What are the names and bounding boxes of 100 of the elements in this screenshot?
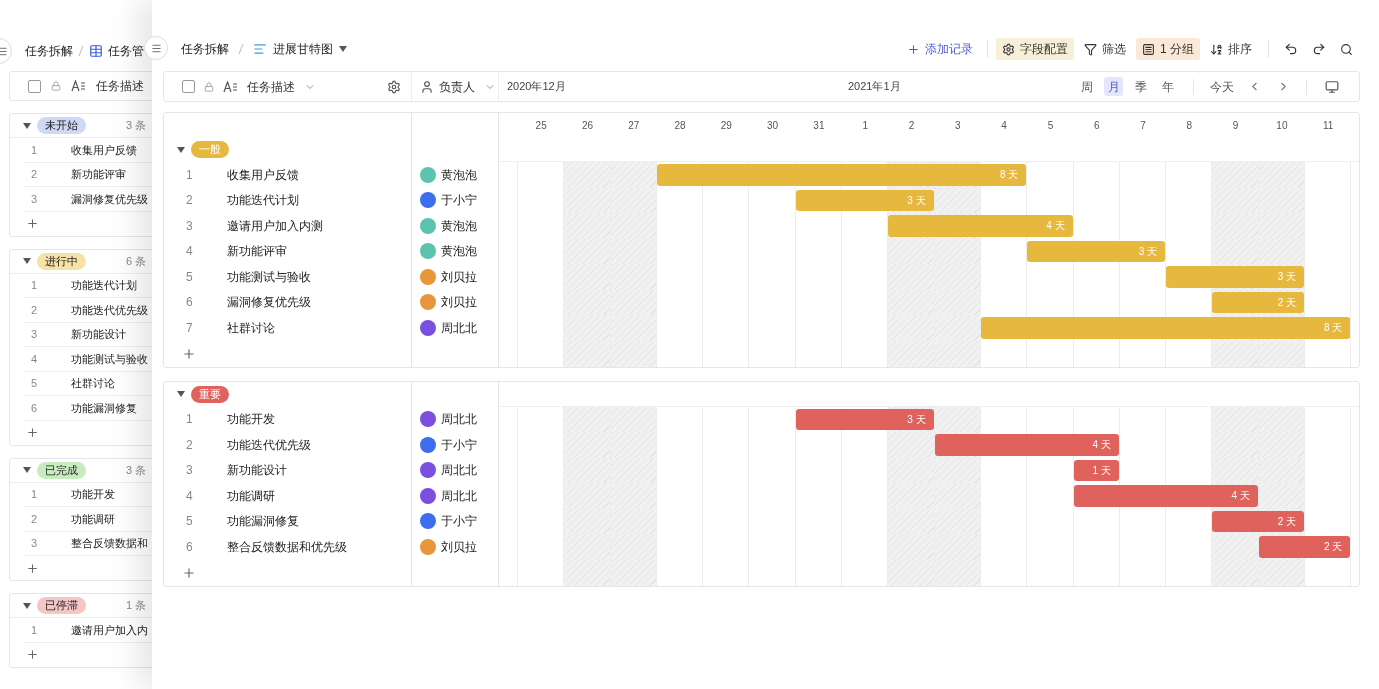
caret-icon[interactable] [23,467,31,473]
row-number: 2 [185,436,194,454]
toolbar-button[interactable]: 添加记录 [901,38,979,60]
assignee-name: 刘贝拉 [441,294,477,312]
day-label: 28 [673,118,687,133]
duration-label: 3 天 [907,412,926,427]
duration-label: 4 天 [1231,489,1250,504]
toolbar-button[interactable]: 1 分组 [1136,38,1200,60]
column-header[interactable]: 任务描述 [247,77,295,96]
row-number: 6 [185,294,194,312]
row-number: 1 [30,142,39,158]
task-title: 新功能设计 [227,462,287,480]
column-header[interactable]: 任务描述 [96,77,144,95]
status-tag: 已完成 [37,461,86,479]
menu-icon [150,42,162,54]
add-row-icon[interactable] [26,426,39,439]
row-count: 3 条 [126,118,147,134]
display-settings-icon[interactable] [1325,79,1339,94]
add-row-icon[interactable] [26,561,39,575]
task-title: 收集用户反馈 [71,142,137,158]
assignee-name: 于小宁 [441,513,477,531]
row-count: 6 条 [126,253,147,269]
day-label: 29 [719,118,733,133]
task-title: 功能迭代优先级 [227,436,311,454]
toolbar-button[interactable]: 筛选 [1078,38,1132,60]
task-title: 社群讨论 [71,376,115,391]
filter-icon [1084,42,1097,56]
breadcrumb-separator-icon [238,43,244,55]
breadcrumb-link[interactable]: 任务拆解 [181,40,229,58]
add-row-icon[interactable] [182,565,196,580]
toolbar-button[interactable]: 排序 [1204,38,1258,60]
assignee-name: 黄泡泡 [441,166,477,184]
task-title: 功能测试与验收 [227,268,311,286]
task-title: 功能漏洞修复 [227,513,299,531]
row-number: 7 [185,319,194,337]
assignee-name: 于小宁 [441,192,477,210]
scale-tab[interactable]: 年 [1158,77,1177,96]
row-number: 5 [185,513,194,531]
row-number: 3 [185,462,194,480]
day-label: 1 [861,118,869,133]
row-count: 3 条 [126,462,147,478]
duration-label: 2 天 [1324,540,1343,555]
day-label: 9 [1231,118,1240,133]
view-switcher[interactable]: 进展甘特图 [273,40,333,58]
checkbox[interactable] [28,79,41,93]
caret-icon[interactable] [23,122,31,129]
row-number: 6 [30,400,39,416]
duration-label: 3 天 [907,193,926,208]
task-title: 漏洞修复优先级 [227,294,311,312]
row-number: 2 [30,302,39,318]
row-number: 1 [185,411,194,429]
add-row-icon[interactable] [182,346,196,361]
lock-icon [204,81,214,92]
row-number: 1 [30,487,39,502]
day-label: 4 [1000,118,1008,133]
row-number: 6 [185,538,194,556]
day-label: 7 [1139,118,1147,133]
task-title: 功能调研 [71,511,115,527]
search-icon[interactable] [1340,42,1353,56]
day-label: 25 [534,118,548,133]
month-label: 2021年1月 [847,79,901,95]
checkbox[interactable] [182,80,195,93]
settings-icon[interactable] [387,79,401,94]
undo-icon[interactable] [1284,42,1298,56]
text-field-icon [223,80,238,93]
toolbar-button[interactable]: 字段配置 [996,38,1074,60]
row-number: 3 [30,191,39,207]
caret-icon[interactable] [23,602,31,609]
add-row-icon[interactable] [26,648,39,661]
duration-label: 8 天 [999,168,1019,183]
breadcrumb-link[interactable]: 任务拆解 [25,42,73,60]
duration-label: 3 天 [1138,244,1158,259]
breadcrumb-link[interactable]: 任务管 [108,42,144,60]
redo-icon[interactable] [1312,42,1326,56]
today-button[interactable]: 今天 [1206,77,1238,96]
task-title: 功能迭代计划 [71,278,137,293]
day-label: 10 [1275,118,1289,133]
row-number: 3 [185,217,194,235]
row-number: 5 [185,268,194,286]
assignee-name: 周北北 [441,462,477,480]
scale-tab[interactable]: 季 [1131,77,1150,96]
caret-icon[interactable] [177,146,185,153]
row-number: 2 [185,192,194,210]
task-title: 功能开发 [227,411,275,429]
task-title: 邀请用户加入内 [71,622,148,638]
scale-tab[interactable]: 月 [1104,77,1123,96]
add-row-icon[interactable] [26,217,39,230]
gantt-view-icon [253,42,267,56]
menu-button[interactable] [144,36,168,60]
assignee-name: 黄泡泡 [441,243,477,261]
sort-icon [1210,42,1223,56]
task-title: 功能漏洞修复 [71,400,137,416]
duration-label: 2 天 [1277,514,1297,529]
caret-icon[interactable] [339,46,347,52]
column-header[interactable]: 负责人 [439,77,475,96]
scale-tab[interactable]: 周 [1077,77,1096,96]
user-icon [420,79,434,94]
day-label: 11 [1322,118,1335,133]
caret-icon[interactable] [177,391,185,397]
caret-icon[interactable] [23,258,31,264]
